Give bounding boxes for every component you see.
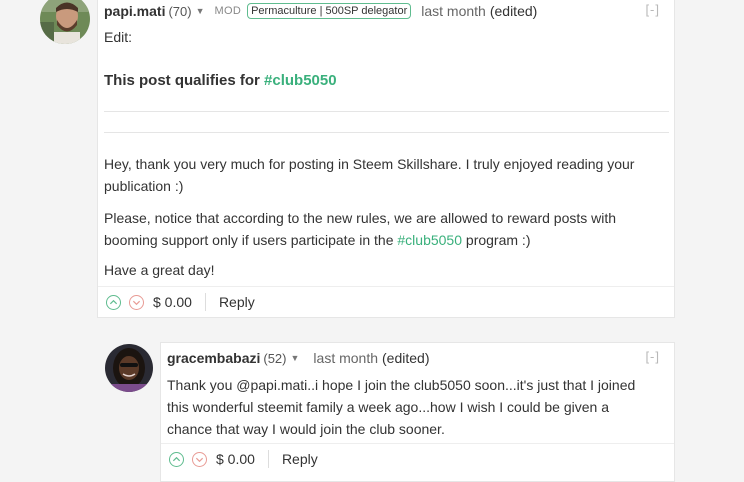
footer-separator xyxy=(267,450,269,468)
upvote-icon[interactable] xyxy=(169,451,184,467)
divider xyxy=(104,111,669,112)
reply-comment-card: gracembabazi (52) ▼ last month (edited) … xyxy=(160,342,675,482)
paragraph-1: Hey, thank you very much for posting in … xyxy=(104,156,635,194)
avatar-gracembabazi[interactable] xyxy=(105,344,153,392)
downvote-icon[interactable] xyxy=(129,294,144,310)
comment-header: papi.mati (70) ▼ MOD Permaculture | 500S… xyxy=(104,0,537,22)
paragraph-2-text-b: program :) xyxy=(462,232,531,248)
author-name[interactable]: gracembabazi xyxy=(167,350,260,366)
downvote-icon[interactable] xyxy=(192,451,207,467)
edited-label: (edited) xyxy=(489,3,538,19)
collapse-button[interactable]: [-] xyxy=(645,2,660,17)
mod-label: MOD xyxy=(214,5,242,17)
community-badge: Permaculture | 500SP delegator xyxy=(247,3,412,19)
caret-down-icon[interactable]: ▼ xyxy=(196,6,205,16)
comment-card: papi.mati (70) ▼ MOD Permaculture | 500S… xyxy=(97,0,675,318)
author-name[interactable]: papi.mati xyxy=(104,3,165,19)
paragraph-1: Thank you @papi.mati..i hope I join the … xyxy=(167,377,636,437)
payout-value[interactable]: $ 0.00 xyxy=(153,294,192,310)
qualifies-text: This post qualifies for xyxy=(104,72,265,89)
comment-time[interactable]: last month xyxy=(313,350,378,366)
divider xyxy=(104,132,669,133)
payout-value[interactable]: $ 0.00 xyxy=(216,451,255,467)
edit-line: Edit: xyxy=(104,29,133,45)
author-reputation: (52) xyxy=(263,350,287,366)
comment-footer: $ 0.00 Reply xyxy=(169,446,318,472)
reply-button[interactable]: Reply xyxy=(219,294,255,310)
caret-down-icon[interactable]: ▼ xyxy=(291,353,300,363)
collapse-button[interactable]: [-] xyxy=(645,349,660,364)
club5050-tag-link[interactable]: #club5050 xyxy=(264,72,337,89)
comment-footer: $ 0.00 Reply xyxy=(106,289,255,315)
paragraph-3: Have a great day! xyxy=(104,262,215,278)
qualifies-heading: This post qualifies for #club5050 xyxy=(104,70,668,92)
paragraph-2-text-a: Please, notice that according to the new… xyxy=(104,210,617,248)
comment-time[interactable]: last month xyxy=(421,3,486,19)
comment-paragraph: Thank you @papi.mati..i hope I join the … xyxy=(167,374,654,440)
author-reputation: (70) xyxy=(168,3,192,19)
upvote-icon[interactable] xyxy=(106,294,121,310)
comment-header: gracembabazi (52) ▼ last month (edited) xyxy=(167,347,429,369)
comment-paragraph: Hey, thank you very much for posting in … xyxy=(104,153,668,197)
comment-paragraph: Have a great day! xyxy=(104,259,668,281)
comment-body: Edit: xyxy=(104,26,668,48)
paragraph-2: Please, notice that according to the new… xyxy=(104,207,668,251)
avatar-papi-mati[interactable] xyxy=(40,0,90,44)
club5050-tag-link[interactable]: #club5050 xyxy=(397,232,462,248)
comment-paragraph: Please, notice that according to the new… xyxy=(104,207,668,251)
edited-label: (edited) xyxy=(382,350,430,366)
footer-divider xyxy=(161,443,674,444)
footer-divider xyxy=(98,286,674,287)
reply-button[interactable]: Reply xyxy=(282,451,318,467)
footer-separator xyxy=(204,293,206,311)
